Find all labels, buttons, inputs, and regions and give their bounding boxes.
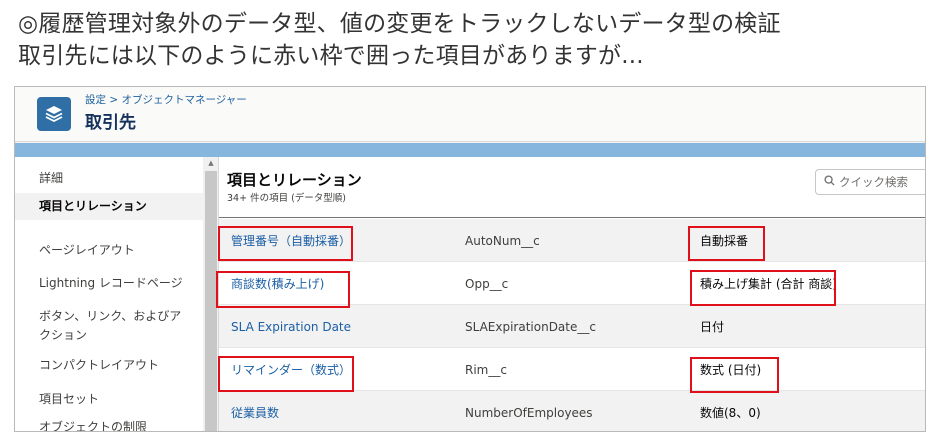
highlight-box-formula-label	[218, 356, 354, 392]
field-count: 34+ 件の項目 (データ型順)	[227, 193, 347, 204]
field-label-link[interactable]: 従業員数	[231, 391, 279, 431]
sidebar-item-details[interactable]: 詳細	[15, 169, 203, 188]
sidebar-item-lightning-pages[interactable]: Lightning レコードページ	[15, 274, 203, 293]
object-page-header: 設定 > オブジェクトマネージャー 取引先	[15, 87, 925, 142]
field-data-type: 日付	[700, 320, 725, 334]
table-row: 従業員数 NumberOfEmployees 数値(8、0)	[219, 391, 925, 431]
scroll-up-icon[interactable]: ▲	[203, 157, 219, 169]
highlight-box-formula-type	[690, 357, 779, 393]
sidebar-item-object-limits[interactable]: オブジェクトの制限	[15, 418, 203, 431]
sidebar-item-buttons-links-actions[interactable]: ボタン、リンク、およびア クション	[15, 307, 203, 345]
slide-heading: ◎履歴管理対象外のデータ型、値の変更をトラックしないデータ型の検証 取引先には以…	[18, 8, 918, 72]
search-icon	[824, 175, 835, 189]
sidebar-item-label: ボタン、リンク、およびア	[39, 309, 182, 323]
breadcrumb[interactable]: 設定 > オブジェクトマネージャー	[85, 92, 247, 107]
sidebar-item-compact-layouts[interactable]: コンパクトレイアウト	[15, 356, 203, 375]
object-title: 取引先	[85, 113, 136, 133]
sidebar-item-field-sets[interactable]: 項目セット	[15, 390, 203, 409]
field-label-link[interactable]: SLA Expiration Date	[231, 305, 351, 348]
sidebar-item-fields[interactable]: 項目とリレーション	[15, 193, 203, 220]
object-manager-sidebar: 詳細 項目とリレーション ページレイアウト Lightning レコードページ …	[15, 157, 203, 431]
header-divider	[219, 217, 925, 218]
highlight-box-rollup-type	[690, 270, 836, 306]
sidebar-item-label-wrap: クション	[39, 328, 88, 342]
decorative-banner	[15, 143, 925, 157]
heading-line-1: ◎履歴管理対象外のデータ型、値の変更をトラックしないデータ型の検証	[18, 11, 781, 37]
highlight-box-autonum-type	[688, 226, 765, 261]
heading-line-2: 取引先には以下のように赤い枠で囲った項目がありますが...	[18, 43, 644, 69]
sidebar-item-page-layouts[interactable]: ページレイアウト	[15, 241, 203, 260]
field-data-type: 数値(8、0)	[700, 406, 761, 420]
field-api-name: Opp__c	[465, 276, 509, 291]
quick-search-input[interactable]: クイック検索	[815, 169, 925, 195]
field-api-name: Rim__c	[465, 362, 507, 377]
layers-icon	[37, 97, 71, 131]
search-placeholder: クイック検索	[839, 175, 908, 189]
field-api-name: NumberOfEmployees	[465, 405, 593, 420]
section-title: 項目とリレーション	[227, 171, 362, 189]
field-api-name: AutoNum__c	[465, 233, 540, 248]
table-row: SLA Expiration Date SLAExpirationDate__c…	[219, 305, 925, 348]
field-api-name: SLAExpirationDate__c	[465, 319, 596, 334]
highlight-box-rollup-label	[216, 271, 350, 308]
salesforce-screenshot: 設定 > オブジェクトマネージャー 取引先 詳細 項目とリレーション ページレイ…	[14, 86, 926, 432]
highlight-box-autonum-label	[218, 226, 353, 261]
